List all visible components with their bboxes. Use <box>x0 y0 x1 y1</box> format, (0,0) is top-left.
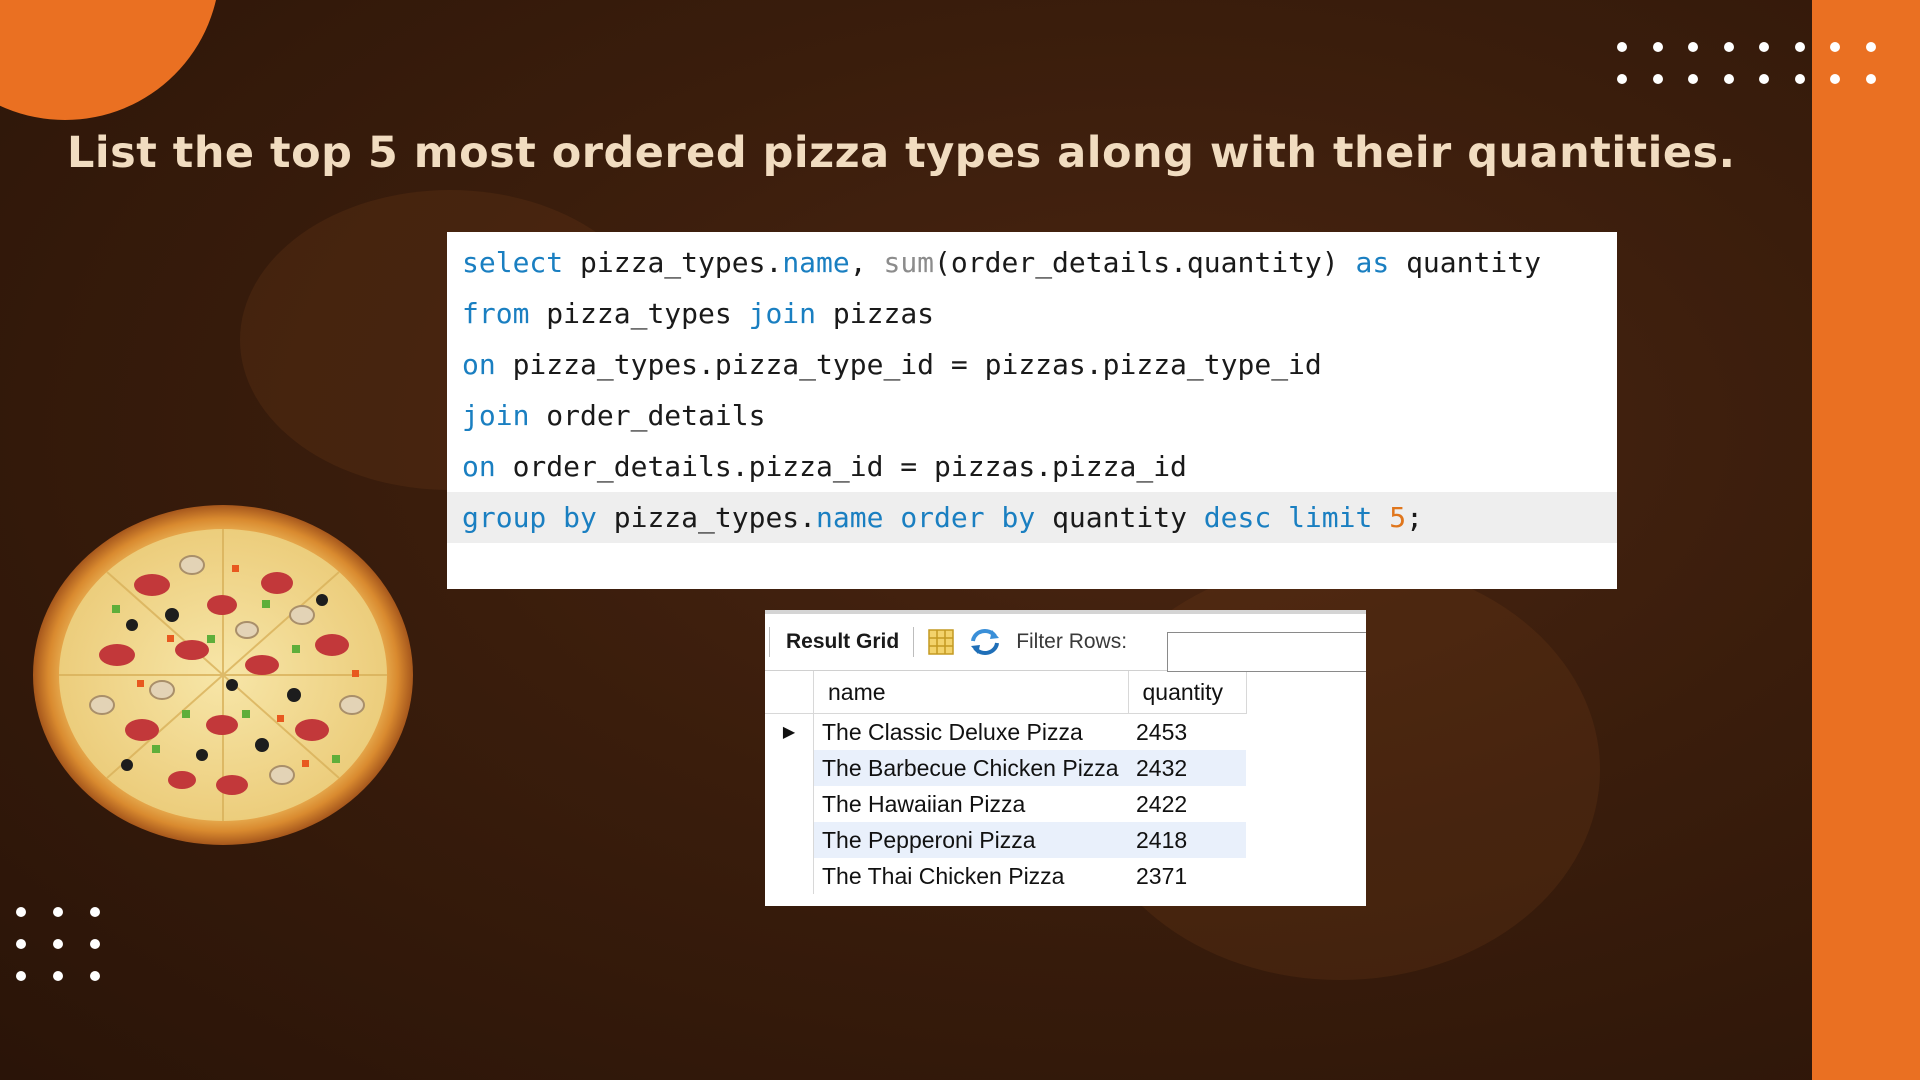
row-marker <box>765 858 814 894</box>
toolbar-separator <box>913 627 915 657</box>
cell-name[interactable]: The Thai Chicken Pizza <box>814 858 1129 894</box>
cell-quantity[interactable]: 2418 <box>1128 822 1246 858</box>
code-line[interactable]: from pizza_types join pizzas <box>447 288 1617 339</box>
corner-decoration <box>0 0 220 120</box>
slide-title: List the top 5 most ordered pizza types … <box>67 128 1736 178</box>
row-marker <box>765 786 814 822</box>
cell-name[interactable]: The Barbecue Chicken Pizza <box>813 750 1128 786</box>
dot-grid-decoration <box>1617 42 1876 84</box>
result-table: name quantity ▶ The Classic Deluxe Pizza… <box>765 671 1247 894</box>
result-toolbar: Result Grid Filter Rows: <box>765 614 1366 672</box>
code-line[interactable]: select pizza_types.name, sum(order_detai… <box>447 237 1617 288</box>
column-header-name[interactable]: name <box>813 671 1129 714</box>
accent-bar <box>1812 0 1920 1080</box>
code-line[interactable]: join order_details <box>447 390 1617 441</box>
cell-name[interactable]: The Classic Deluxe Pizza <box>814 714 1129 751</box>
row-marker <box>765 750 814 786</box>
row-pointer-icon: ▶ <box>765 713 814 750</box>
result-grid-panel: Result Grid Filter Rows: name quantity ▶… <box>765 610 1366 906</box>
toolbar-separator <box>769 627 770 657</box>
column-header-quantity[interactable]: quantity <box>1128 671 1247 714</box>
grid-icon[interactable] <box>928 629 954 655</box>
pizza-image <box>33 505 413 845</box>
sql-editor[interactable]: select pizza_types.name, sum(order_detai… <box>447 232 1617 589</box>
code-line-current[interactable]: group by pizza_types.name order by quant… <box>447 492 1617 543</box>
cell-name[interactable]: The Pepperoni Pizza <box>813 822 1128 858</box>
filter-rows-label: Filter Rows: <box>1016 630 1128 653</box>
table-header-row: name quantity <box>765 671 1247 714</box>
table-row[interactable]: The Thai Chicken Pizza 2371 <box>765 858 1246 894</box>
code-line[interactable]: on pizza_types.pizza_type_id = pizzas.pi… <box>447 339 1617 390</box>
filter-rows-input[interactable] <box>1167 632 1366 672</box>
table-row[interactable]: The Pepperoni Pizza 2418 <box>765 822 1246 858</box>
table-row[interactable]: The Hawaiian Pizza 2422 <box>765 786 1246 822</box>
dot-grid-decoration <box>16 907 100 981</box>
row-marker-header <box>765 671 814 714</box>
code-line[interactable]: on order_details.pizza_id = pizzas.pizza… <box>447 441 1617 492</box>
table-row[interactable]: ▶ The Classic Deluxe Pizza 2453 <box>765 713 1246 751</box>
cell-quantity[interactable]: 2453 <box>1128 714 1246 751</box>
cell-quantity[interactable]: 2371 <box>1128 858 1246 894</box>
refresh-icon[interactable] <box>968 627 1002 657</box>
result-grid-tab[interactable]: Result Grid <box>786 630 899 654</box>
table-row[interactable]: The Barbecue Chicken Pizza 2432 <box>765 750 1246 786</box>
cell-quantity[interactable]: 2422 <box>1128 786 1246 822</box>
cell-quantity[interactable]: 2432 <box>1128 750 1246 786</box>
cell-name[interactable]: The Hawaiian Pizza <box>814 786 1129 822</box>
row-marker <box>765 822 814 858</box>
